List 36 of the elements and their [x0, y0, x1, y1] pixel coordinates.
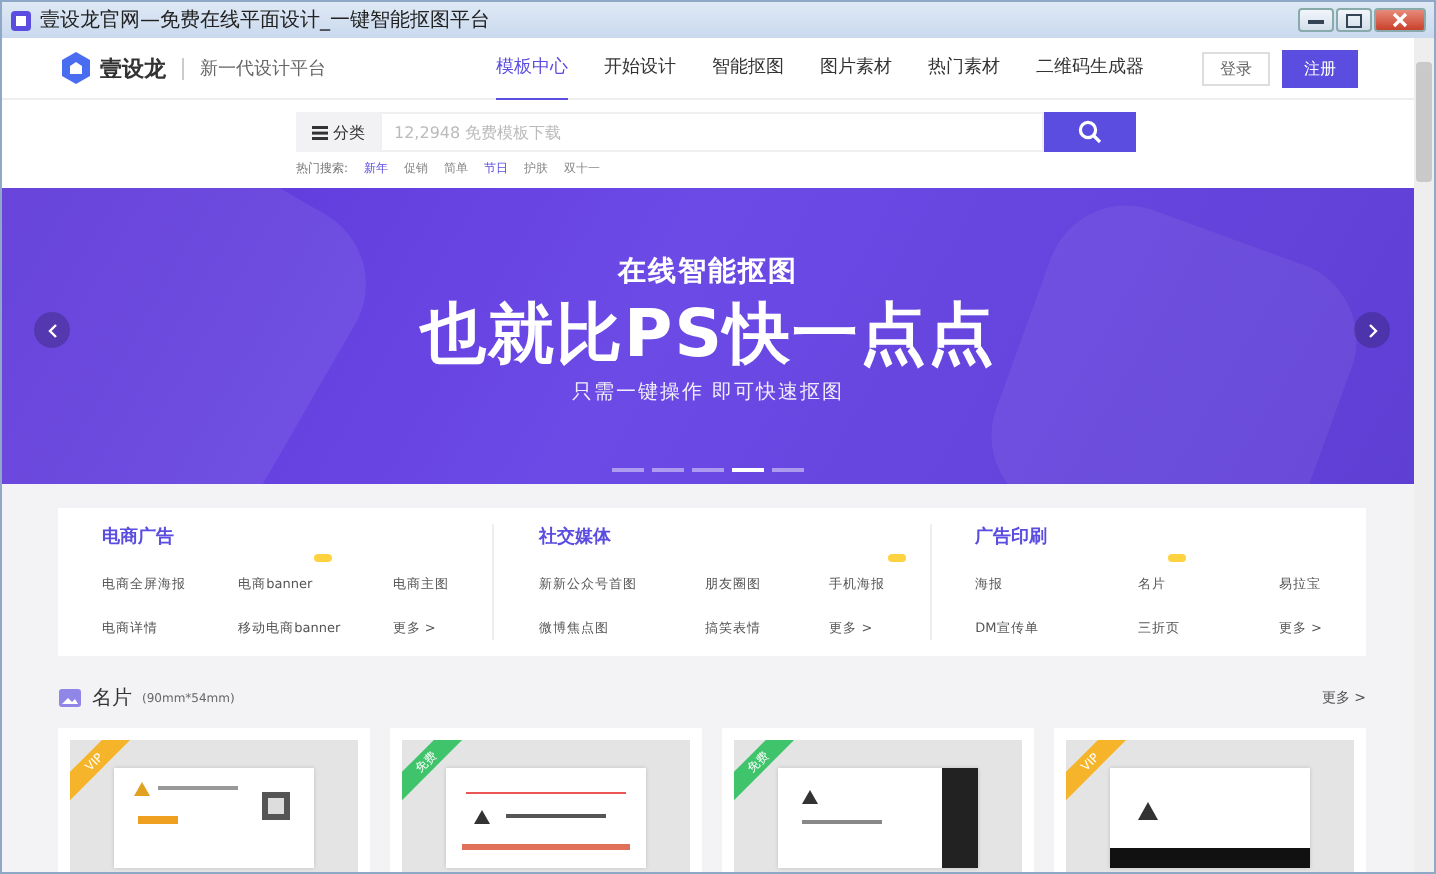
- banner-headline: 也就比PS快一点点: [420, 292, 996, 376]
- nav-tab[interactable]: 二维码生成器: [1036, 38, 1144, 101]
- maximize-icon: [1346, 13, 1362, 27]
- minimize-button[interactable]: [1298, 8, 1334, 32]
- section-title: 名片: [92, 685, 132, 712]
- banner-kicker: 在线智能抠图: [615, 254, 800, 290]
- previous-button[interactable]: [34, 312, 70, 348]
- maximize-button[interactable]: [1336, 8, 1372, 32]
- category-title: 广告印刷: [975, 524, 1050, 550]
- next-button[interactable]: [1354, 312, 1390, 348]
- search-field[interactable]: 12,2948 免费模板下载: [380, 112, 1044, 152]
- menu-icon: [311, 125, 327, 139]
- register-button[interactable]: 注册: [1282, 49, 1358, 87]
- logo-text: 壹设龙: [100, 53, 166, 83]
- nav-tab[interactable]: 开始设计: [604, 38, 676, 101]
- chevron-left-icon: [47, 323, 57, 337]
- nav-tab[interactable]: 图片素材: [820, 38, 892, 101]
- category-title: 电商广告: [102, 524, 176, 550]
- banner-subline: 只需一键操作 即可快速抠图: [569, 379, 847, 406]
- login-button[interactable]: 登录: [1202, 51, 1270, 85]
- logo-icon: [58, 50, 94, 86]
- app-icon: [10, 9, 32, 31]
- image-icon: [58, 688, 82, 708]
- close-button[interactable]: [1374, 8, 1426, 32]
- scrollbar[interactable]: [1414, 38, 1434, 872]
- nav-tab[interactable]: 热门素材: [928, 38, 1000, 101]
- search-icon: [1078, 120, 1102, 144]
- category-title: 社交媒体: [538, 524, 613, 550]
- search-button[interactable]: [1044, 112, 1136, 152]
- chevron-right-icon: [1367, 323, 1377, 337]
- slogan: 新一代设计平台: [200, 57, 326, 81]
- window-title: 壹设龙官网—免费在线平面设计_一键智能抠图平台: [40, 7, 490, 34]
- category-button[interactable]: 分类: [296, 112, 380, 152]
- nav-tab[interactable]: 智能抠图: [712, 38, 784, 101]
- minimize-icon: [1308, 17, 1324, 23]
- close-icon: [1392, 12, 1408, 28]
